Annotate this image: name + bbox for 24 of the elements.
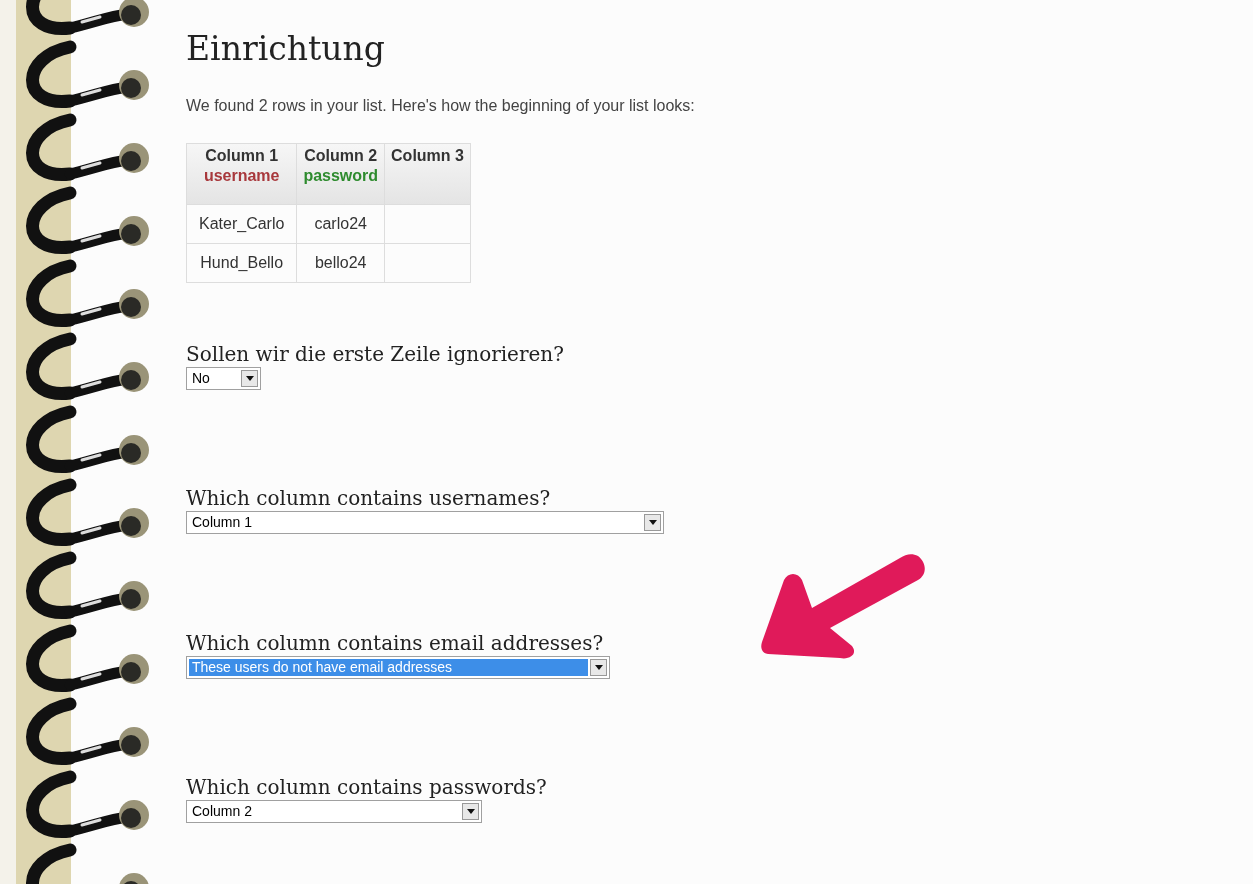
column-header: Column 2 password: [296, 143, 385, 205]
question-label: Which column contains usernames?: [186, 485, 552, 511]
caret-icon: [241, 370, 258, 387]
column-header: Column 3: [384, 143, 471, 205]
intro-text: We found 2 rows in your list. Here's how the beginning of your list looks:: [186, 96, 696, 116]
selected-value: Column 2: [191, 803, 253, 820]
selected-value: No: [191, 370, 211, 387]
column-header: Column 1 username: [186, 143, 297, 205]
question-label: Which column contains passwords?: [186, 774, 548, 800]
caret-icon: [590, 659, 607, 676]
table-cell: carlo24: [296, 204, 385, 244]
table-cell: Kater_Carlo: [186, 204, 297, 244]
selected-value: Column 1: [191, 514, 253, 531]
selected-value: These users do not have email addresses: [189, 659, 588, 676]
question-label: Sollen wir die erste Zeile ignorieren?: [186, 341, 565, 367]
dropdown-select[interactable]: Column 2: [186, 800, 482, 823]
table-cell: Hund_Bello: [186, 243, 297, 283]
caret-icon: [462, 803, 479, 820]
dropdown-select[interactable]: Column 1: [186, 511, 664, 534]
question-label: Which column contains email addresses?: [186, 630, 605, 656]
page-title: Einrichtung: [186, 28, 386, 70]
caret-icon: [644, 514, 661, 531]
dropdown-select[interactable]: No: [186, 367, 261, 390]
table-cell: bello24: [296, 243, 385, 283]
